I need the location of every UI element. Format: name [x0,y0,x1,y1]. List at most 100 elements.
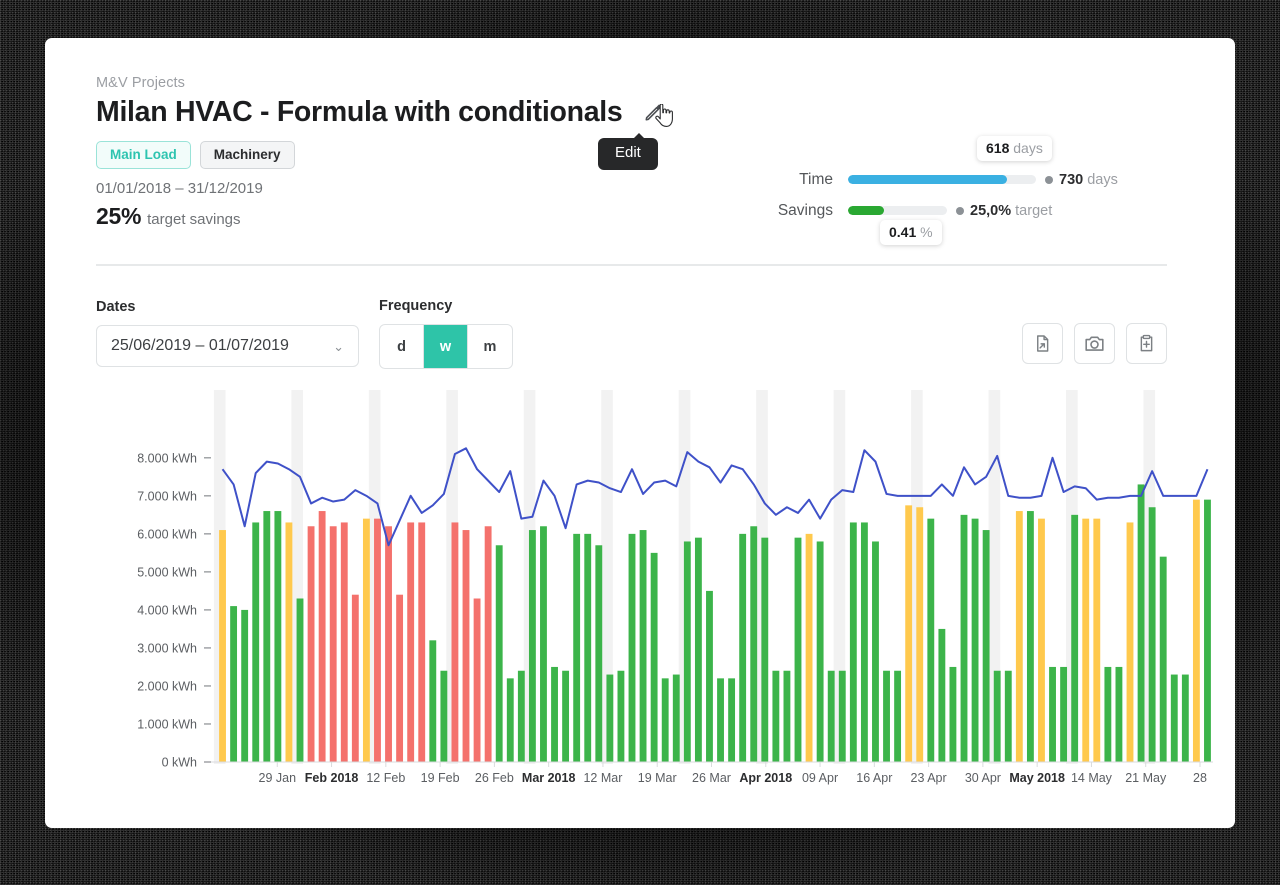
chart-bar[interactable] [1093,519,1100,762]
export-file-button[interactable] [1022,323,1063,364]
chart-bar[interactable] [308,526,315,762]
chart-bar[interactable] [573,534,580,762]
chart-bar[interactable] [817,541,824,762]
chart-bar[interactable] [440,671,447,762]
chart-bar[interactable] [606,675,613,762]
chart-bar[interactable] [1116,667,1123,762]
chart-bar[interactable] [1082,519,1089,762]
chart-bar[interactable] [297,599,304,763]
chart-bar[interactable] [341,522,348,762]
chart-bar[interactable] [274,511,281,762]
chart-bar[interactable] [263,511,270,762]
chart-bar[interactable] [584,534,591,762]
chart-bar[interactable] [806,534,813,762]
chart-bar[interactable] [286,522,293,762]
chart-bar[interactable] [1027,511,1034,762]
chart-bar[interactable] [728,678,735,762]
add-to-report-button[interactable] [1126,323,1167,364]
chart-bar[interactable] [795,538,802,762]
chart-bar[interactable] [1016,511,1023,762]
chart-bar[interactable] [994,671,1001,762]
energy-consumption-chart[interactable]: 0 kWh1.000 kWh2.000 kWh3.000 kWh4.000 kW… [96,390,1218,810]
chart-bar[interactable] [916,507,923,762]
chart-bar[interactable] [850,522,857,762]
chart-bar[interactable] [319,511,326,762]
chart-bar[interactable] [1138,484,1145,762]
frequency-option-month[interactable]: m [468,325,512,368]
chart-bar[interactable] [784,671,791,762]
chart-bar[interactable] [1160,557,1167,762]
chart-bar[interactable] [374,519,381,762]
chart-bar[interactable] [640,530,647,762]
chart-bar[interactable] [507,678,514,762]
chart-bar[interactable] [562,671,569,762]
chart-bar[interactable] [1149,507,1156,762]
chart-bar[interactable] [474,599,481,763]
chart-bar[interactable] [1204,500,1211,762]
chart-bar[interactable] [972,519,979,762]
chart-bar[interactable] [883,671,890,762]
chart-bar[interactable] [1171,675,1178,762]
chart-bar[interactable] [695,538,702,762]
chart-bar[interactable] [496,545,503,762]
chart-bar[interactable] [894,671,901,762]
chart-bar[interactable] [750,526,757,762]
chart-bar[interactable] [396,595,403,762]
chart-bar[interactable] [1005,671,1012,762]
chart-bar[interactable] [717,678,724,762]
chart-bar[interactable] [772,671,779,762]
chart-bar[interactable] [927,519,934,762]
frequency-option-day[interactable]: d [380,325,424,368]
chart-bar[interactable] [1182,675,1189,762]
chart-bar[interactable] [651,553,658,762]
chart-bar[interactable] [595,545,602,762]
chart-bar[interactable] [961,515,968,762]
breadcrumb[interactable]: M&V Projects [96,75,185,91]
chart-bar[interactable] [618,671,625,762]
chart-bar[interactable] [407,522,414,762]
chart-bar[interactable] [1104,667,1111,762]
chart-bar[interactable] [839,671,846,762]
chart-bar[interactable] [363,519,370,762]
chart-bar[interactable] [418,522,425,762]
chart-bar[interactable] [673,675,680,762]
chart-bar[interactable] [629,534,636,762]
chart-bar[interactable] [330,526,337,762]
chart-bar[interactable] [950,667,957,762]
chart-bar[interactable] [252,522,259,762]
chart-bar[interactable] [1071,515,1078,762]
chart-bar[interactable] [219,530,226,762]
frequency-option-week[interactable]: w [424,325,468,368]
chart-bar[interactable] [452,522,459,762]
chart-bar[interactable] [352,595,359,762]
chart-bar[interactable] [540,526,547,762]
chart-bar[interactable] [485,526,492,762]
chart-bar[interactable] [529,530,536,762]
chart-bar[interactable] [230,606,237,762]
chart-bar[interactable] [938,629,945,762]
tab-machinery[interactable]: Machinery [200,141,295,169]
screenshot-button[interactable] [1074,323,1115,364]
chart-bar[interactable] [429,640,436,762]
chart-bar[interactable] [861,522,868,762]
chart-bar[interactable] [385,526,392,762]
edit-button[interactable] [637,95,671,129]
chart-bar[interactable] [828,671,835,762]
chart-bar[interactable] [1193,500,1200,762]
chart-bar[interactable] [241,610,248,762]
chart-bar[interactable] [905,505,912,762]
tab-main-load[interactable]: Main Load [96,141,191,169]
chart-bar[interactable] [739,534,746,762]
chart-bar[interactable] [1060,667,1067,762]
chart-bar[interactable] [518,671,525,762]
chart-bar[interactable] [662,678,669,762]
chart-bar[interactable] [872,541,879,762]
chart-bar[interactable] [1038,519,1045,762]
chart-bar[interactable] [983,530,990,762]
chart-bar[interactable] [684,541,691,762]
dates-select[interactable]: 25/06/2019 – 01/07/2019 ⌄ [96,325,359,367]
chart-bar[interactable] [551,667,558,762]
chart-bar[interactable] [1049,667,1056,762]
chart-bar[interactable] [1127,522,1134,762]
chart-bar[interactable] [761,538,768,762]
